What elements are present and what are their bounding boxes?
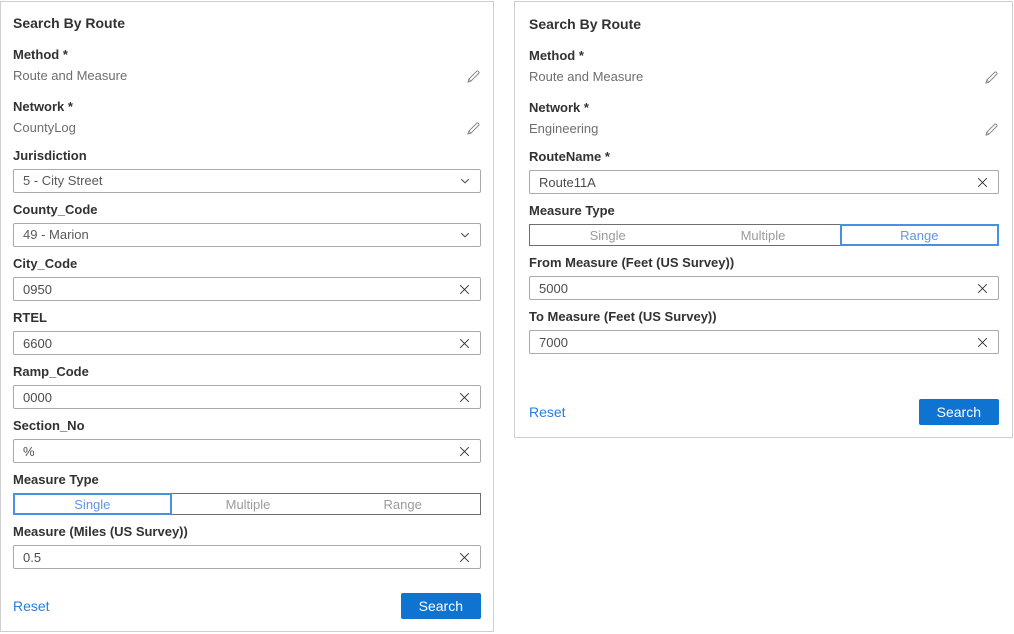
network-field: Network * Engineering (529, 100, 999, 137)
from-measure-label: From Measure (Feet (US Survey)) (529, 255, 999, 271)
section-no-label: Section_No (13, 418, 481, 434)
route-name-label: RouteName * (529, 149, 999, 165)
measure-type-group: Measure Type Single Multiple Range (529, 203, 999, 246)
method-field: Method * Route and Measure (13, 47, 481, 84)
rtel-input[interactable] (23, 336, 450, 351)
measure-type-control: Single Multiple Range (13, 493, 481, 515)
search-button[interactable]: Search (919, 399, 999, 425)
panel-footer: Reset Search (13, 593, 481, 619)
measure-type-label: Measure Type (529, 203, 999, 219)
section-no-group: Section_No (13, 418, 481, 463)
method-value: Route and Measure (13, 68, 127, 84)
from-measure-group: From Measure (Feet (US Survey)) (529, 255, 999, 300)
measure-type-label: Measure Type (13, 472, 481, 488)
search-by-route-panel-right: Search By Route Method * Route and Measu… (514, 1, 1013, 438)
reset-link[interactable]: Reset (529, 404, 566, 420)
edit-network-pencil-icon[interactable] (466, 121, 481, 136)
search-by-route-panel-left: Search By Route Method * Route and Measu… (0, 1, 494, 632)
method-label: Method * (13, 47, 481, 63)
route-name-input-box (529, 170, 999, 194)
city-code-input[interactable] (23, 282, 450, 297)
clear-icon[interactable] (458, 337, 471, 350)
from-measure-input[interactable] (539, 281, 968, 296)
measure-type-range-tab[interactable]: Range (325, 494, 480, 514)
spacer (529, 354, 999, 399)
network-label: Network * (529, 100, 999, 116)
county-code-selected-value: 49 - Marion (23, 227, 89, 243)
search-button[interactable]: Search (401, 593, 481, 619)
page: Search By Route Method * Route and Measu… (0, 0, 1014, 634)
edit-method-pencil-icon[interactable] (984, 70, 999, 85)
section-no-input[interactable] (23, 444, 450, 459)
measure-input[interactable] (23, 550, 450, 565)
route-name-group: RouteName * (529, 149, 999, 194)
clear-icon[interactable] (458, 445, 471, 458)
ramp-code-input[interactable] (23, 390, 450, 405)
measure-group: Measure (Miles (US Survey)) (13, 524, 481, 569)
network-label: Network * (13, 99, 481, 115)
measure-input-box (13, 545, 481, 569)
method-label: Method * (529, 48, 999, 64)
method-value: Route and Measure (529, 69, 643, 85)
measure-type-control: Single Multiple Range (529, 224, 999, 246)
edit-network-pencil-icon[interactable] (984, 122, 999, 137)
clear-icon[interactable] (458, 391, 471, 404)
ramp-code-label: Ramp_Code (13, 364, 481, 380)
route-name-input[interactable] (539, 175, 968, 190)
rtel-input-box (13, 331, 481, 355)
ramp-code-group: Ramp_Code (13, 364, 481, 409)
section-no-input-box (13, 439, 481, 463)
rtel-group: RTEL (13, 310, 481, 355)
panel-footer: Reset Search (529, 399, 999, 425)
chevron-down-icon (459, 175, 471, 187)
to-measure-label: To Measure (Feet (US Survey)) (529, 309, 999, 325)
measure-type-multiple-tab[interactable]: Multiple (685, 225, 840, 245)
to-measure-input-box (529, 330, 999, 354)
method-field: Method * Route and Measure (529, 48, 999, 85)
panel-title: Search By Route (13, 15, 481, 32)
clear-icon[interactable] (458, 283, 471, 296)
edit-method-pencil-icon[interactable] (466, 69, 481, 84)
jurisdiction-group: Jurisdiction 5 - City Street (13, 148, 481, 193)
jurisdiction-selected-value: 5 - City Street (23, 173, 102, 189)
city-code-label: City_Code (13, 256, 481, 272)
panel-title: Search By Route (529, 16, 999, 33)
network-field: Network * CountyLog (13, 99, 481, 136)
county-code-select[interactable]: 49 - Marion (13, 223, 481, 247)
ramp-code-input-box (13, 385, 481, 409)
clear-icon[interactable] (458, 551, 471, 564)
to-measure-input[interactable] (539, 335, 968, 350)
clear-icon[interactable] (976, 282, 989, 295)
network-value: CountyLog (13, 120, 76, 136)
clear-icon[interactable] (976, 176, 989, 189)
city-code-input-box (13, 277, 481, 301)
spacer (13, 569, 481, 593)
to-measure-group: To Measure (Feet (US Survey)) (529, 309, 999, 354)
measure-type-single-tab[interactable]: Single (13, 493, 172, 515)
county-code-label: County_Code (13, 202, 481, 218)
measure-label: Measure (Miles (US Survey)) (13, 524, 481, 540)
city-code-group: City_Code (13, 256, 481, 301)
measure-type-single-tab[interactable]: Single (530, 225, 685, 245)
reset-link[interactable]: Reset (13, 598, 50, 614)
clear-icon[interactable] (976, 336, 989, 349)
measure-type-range-tab[interactable]: Range (840, 224, 999, 246)
jurisdiction-label: Jurisdiction (13, 148, 481, 164)
chevron-down-icon (459, 229, 471, 241)
measure-type-group: Measure Type Single Multiple Range (13, 472, 481, 515)
county-code-group: County_Code 49 - Marion (13, 202, 481, 247)
jurisdiction-select[interactable]: 5 - City Street (13, 169, 481, 193)
rtel-label: RTEL (13, 310, 481, 326)
network-value: Engineering (529, 121, 598, 137)
from-measure-input-box (529, 276, 999, 300)
measure-type-multiple-tab[interactable]: Multiple (171, 494, 326, 514)
